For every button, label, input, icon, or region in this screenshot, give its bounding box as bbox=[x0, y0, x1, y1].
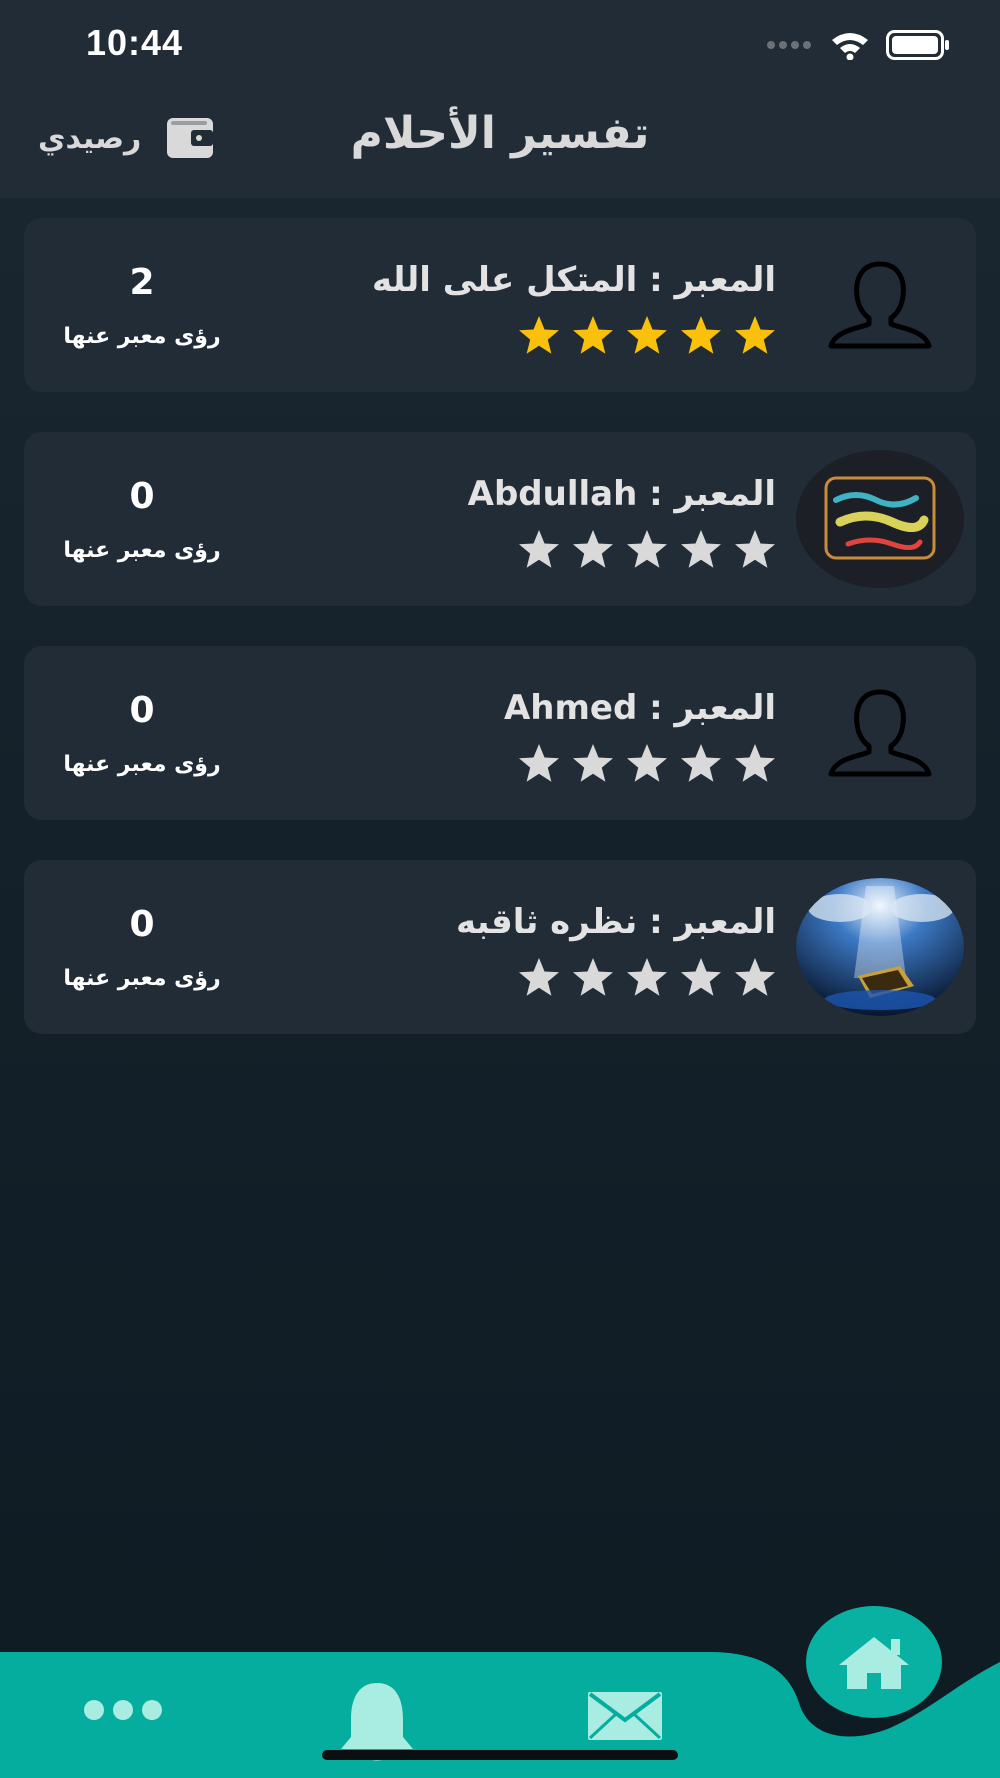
star-filled-icon bbox=[573, 316, 613, 354]
messages-button[interactable] bbox=[584, 1686, 666, 1746]
star-filled-icon bbox=[519, 316, 559, 354]
calligraphy-image bbox=[796, 450, 964, 588]
rating-stars bbox=[518, 956, 776, 998]
interpreter-name: المعبر : نظره ثاقبه bbox=[456, 902, 776, 942]
battery-icon bbox=[886, 30, 949, 60]
star-empty-icon bbox=[627, 958, 667, 996]
wallet-label: رصيدي bbox=[38, 120, 142, 156]
wallet-icon bbox=[167, 118, 214, 158]
interpreter-name: المعبر : Abdullah bbox=[467, 474, 776, 514]
star-empty-icon bbox=[519, 958, 559, 996]
wifi-icon bbox=[832, 33, 868, 60]
rating-stars bbox=[518, 314, 776, 356]
dreams-count-label: رؤى معبر عنها bbox=[63, 538, 221, 563]
interpreter-card[interactable]: المعبر : Ahmed 0 رؤى معبر عنها bbox=[24, 646, 976, 820]
interpreter-card[interactable]: المعبر : نظره ثاقبه 0 رؤى معبر عنها bbox=[24, 860, 976, 1034]
star-empty-icon bbox=[735, 744, 775, 782]
star-filled-icon bbox=[735, 316, 775, 354]
star-empty-icon bbox=[681, 958, 721, 996]
home-icon bbox=[839, 1637, 909, 1689]
rating-stars bbox=[518, 742, 776, 784]
app-header: تفسير الأحلام رصيدي bbox=[0, 90, 1000, 198]
star-filled-icon bbox=[681, 316, 721, 354]
interpreter-card[interactable]: المعبر : Abdullah 0 رؤى معبر عنها bbox=[24, 432, 976, 606]
dreams-count: 2 bbox=[129, 262, 155, 303]
interpreter-card[interactable]: المعبر : المتكل على الله 2 رؤى معبر عنها bbox=[24, 218, 976, 392]
mail-icon bbox=[588, 1692, 662, 1740]
rating-stars bbox=[518, 528, 776, 570]
default-person-icon bbox=[796, 664, 964, 802]
star-empty-icon bbox=[735, 958, 775, 996]
status-bar: 10:44 bbox=[0, 0, 1000, 90]
dreams-count-label: رؤى معبر عنها bbox=[63, 324, 221, 349]
more-button[interactable] bbox=[78, 1688, 168, 1732]
star-empty-icon bbox=[681, 530, 721, 568]
more-icon bbox=[84, 1700, 162, 1720]
star-empty-icon bbox=[681, 744, 721, 782]
star-empty-icon bbox=[627, 530, 667, 568]
star-empty-icon bbox=[573, 744, 613, 782]
default-person-icon bbox=[796, 236, 964, 374]
quran-light-image bbox=[796, 878, 964, 1016]
status-time: 10:44 bbox=[86, 22, 184, 63]
dreams-count-label: رؤى معبر عنها bbox=[63, 966, 221, 991]
signal-icon bbox=[767, 41, 811, 49]
star-empty-icon bbox=[735, 530, 775, 568]
star-empty-icon bbox=[519, 530, 559, 568]
home-button[interactable] bbox=[806, 1606, 942, 1718]
interpreter-name: المعبر : المتكل على الله bbox=[371, 260, 776, 300]
star-empty-icon bbox=[573, 530, 613, 568]
star-filled-icon bbox=[627, 316, 667, 354]
dreams-count: 0 bbox=[129, 476, 155, 517]
home-indicator bbox=[322, 1750, 678, 1760]
star-empty-icon bbox=[573, 958, 613, 996]
star-empty-icon bbox=[627, 744, 667, 782]
dreams-count: 0 bbox=[129, 904, 155, 945]
wallet-button[interactable]: رصيدي bbox=[38, 118, 214, 158]
dreams-count-label: رؤى معبر عنها bbox=[63, 752, 221, 777]
dreams-count: 0 bbox=[129, 690, 155, 731]
interpreter-name: المعبر : Ahmed bbox=[503, 688, 776, 728]
star-empty-icon bbox=[519, 744, 559, 782]
status-icons bbox=[766, 28, 950, 62]
